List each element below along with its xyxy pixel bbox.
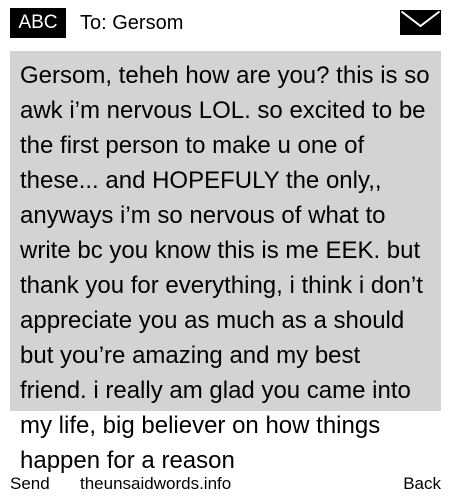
compose-screen: ABC To: Gersom Gersom, teheh how are you… — [0, 0, 450, 500]
softkey-bar: Send theunsaidwords.info Back — [0, 472, 450, 500]
envelope-icon-graphic — [400, 10, 441, 35]
compose-header: ABC To: Gersom — [0, 0, 450, 44]
recipient-label: To: Gersom — [80, 12, 184, 34]
send-softkey[interactable]: Send — [10, 472, 52, 496]
back-softkey[interactable]: Back — [401, 472, 441, 496]
envelope-icon — [400, 10, 441, 35]
watermark-text: theunsaidwords.info — [78, 472, 234, 496]
input-mode-badge[interactable]: ABC — [10, 8, 66, 38]
message-body[interactable]: Gersom, teheh how are you? this is so aw… — [20, 58, 432, 478]
